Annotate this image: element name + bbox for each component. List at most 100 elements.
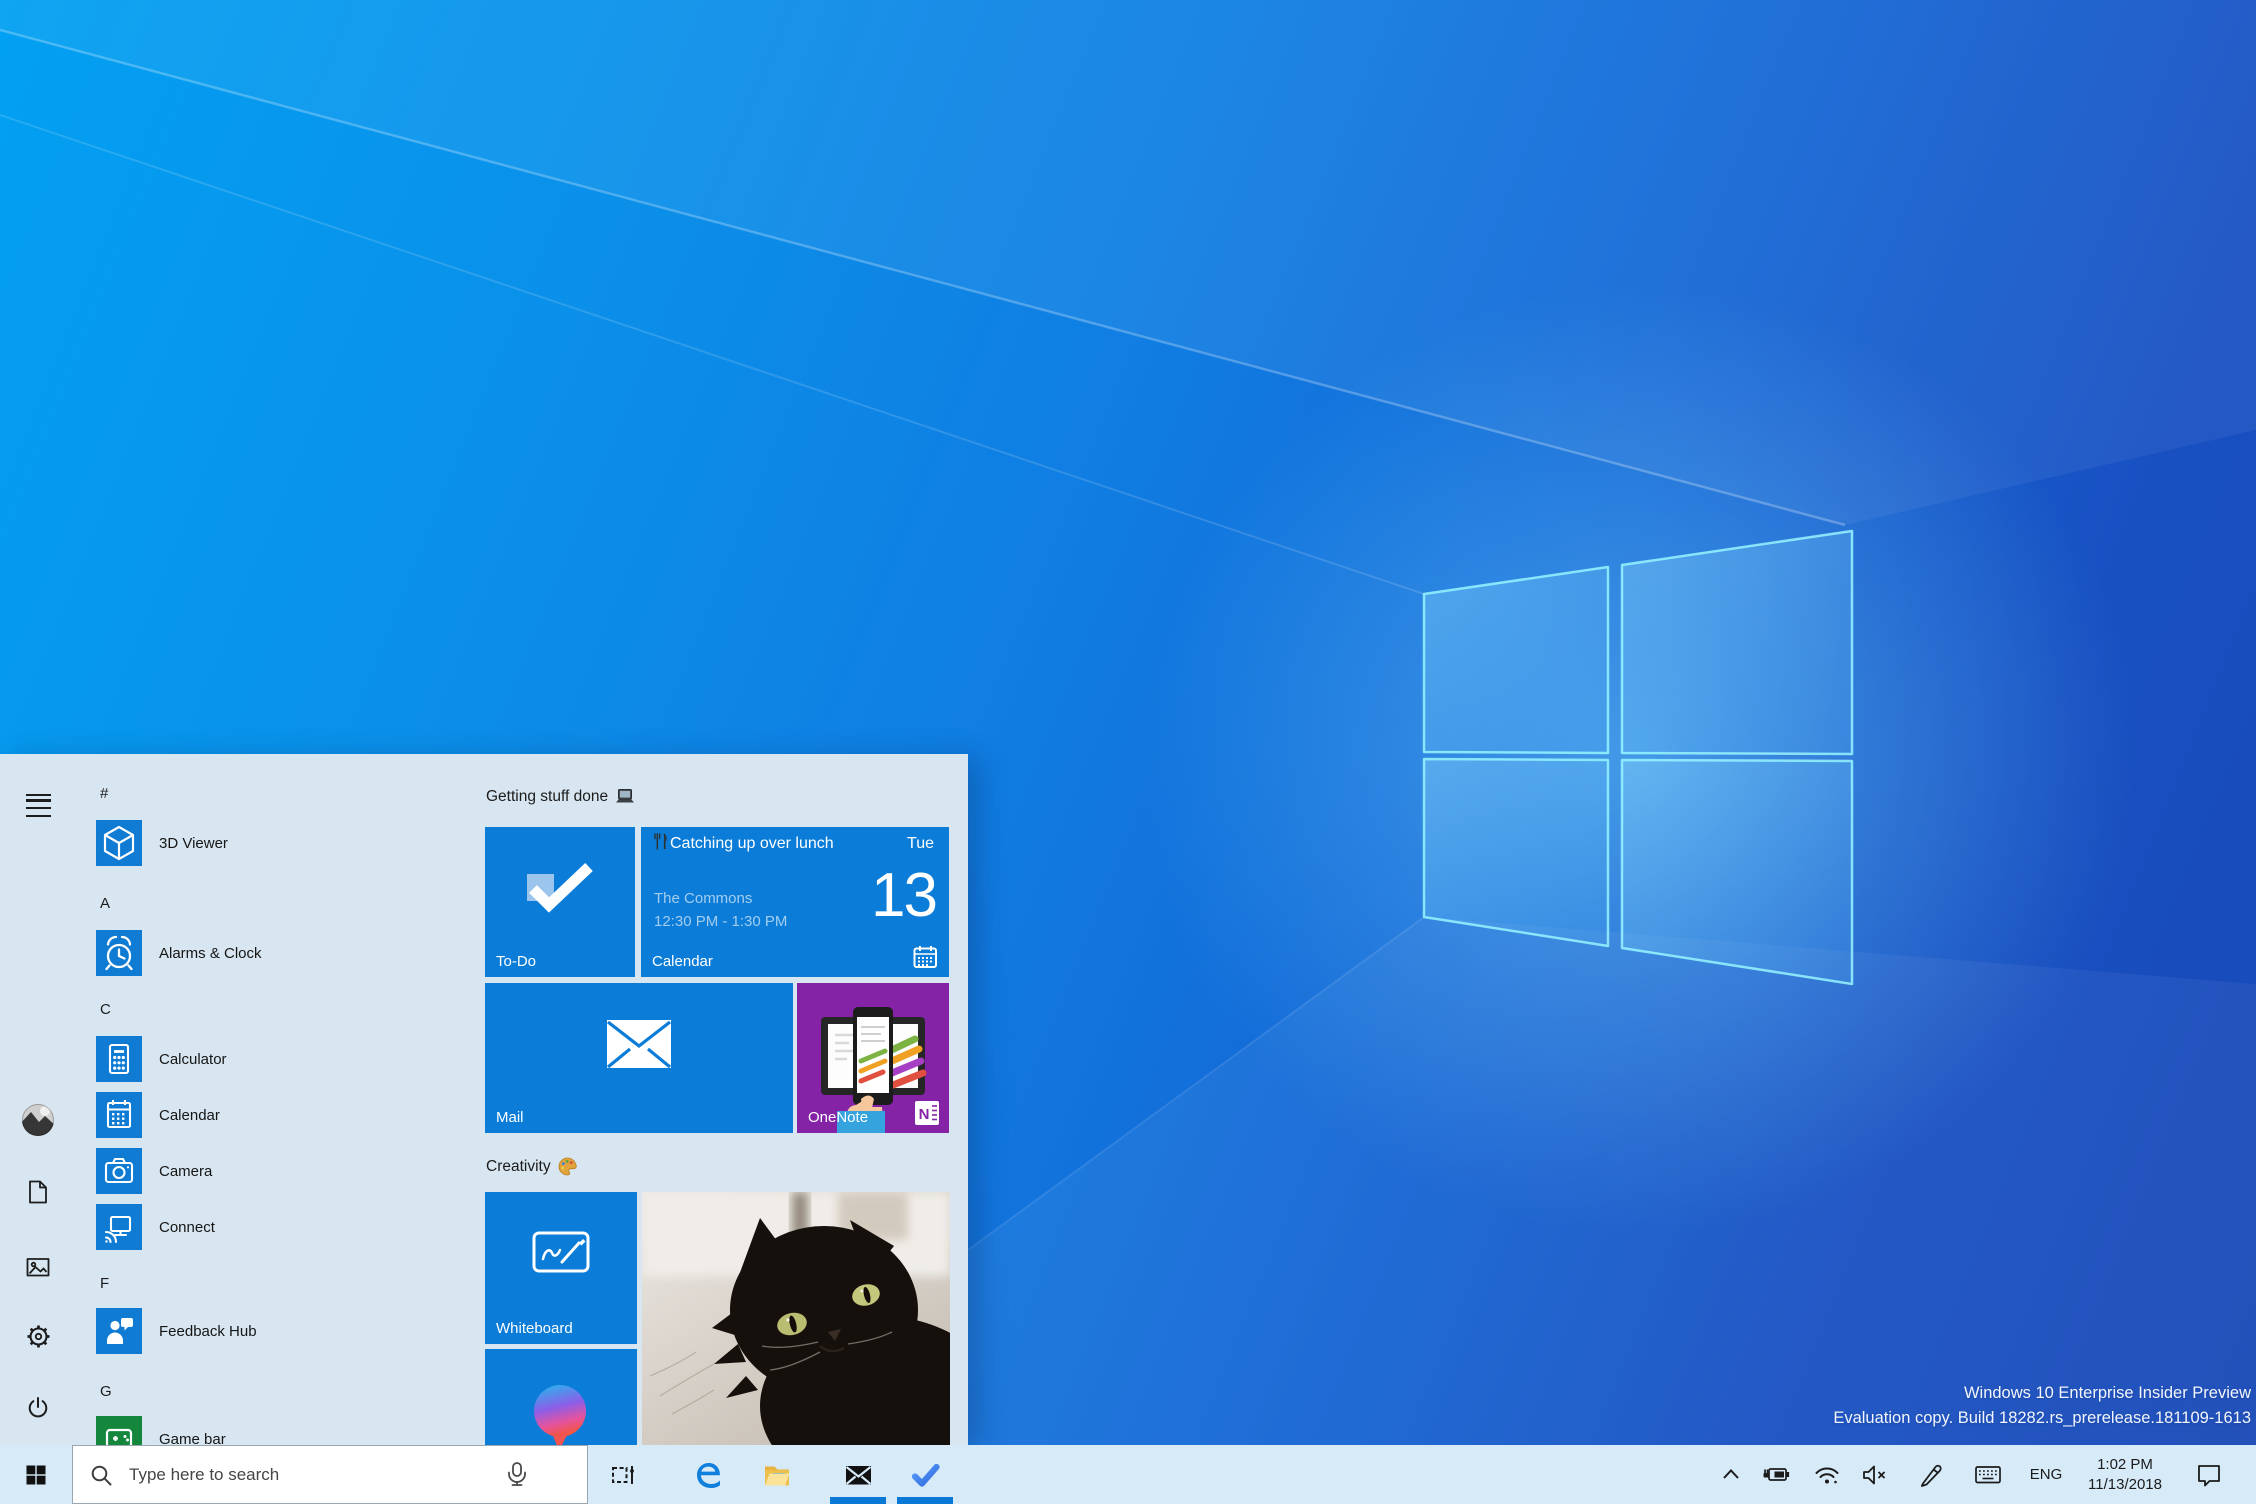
calendar-icon bbox=[106, 1100, 132, 1129]
action-center-button[interactable] bbox=[2194, 1445, 2224, 1504]
app-item-camera[interactable]: Camera bbox=[96, 1148, 212, 1194]
calendar-event-time: 12:30 PM - 1:30 PM bbox=[654, 913, 788, 930]
start-button[interactable] bbox=[0, 1445, 72, 1504]
file-explorer-icon bbox=[765, 1466, 790, 1485]
search-icon bbox=[91, 1465, 112, 1485]
tile-group-header-creativity[interactable]: Creativity bbox=[486, 1157, 577, 1176]
start-menu: # 3D Viewer A Alarms & Clock C Calculato… bbox=[0, 754, 968, 1462]
mail-envelope-icon bbox=[485, 983, 793, 1105]
svg-text:N: N bbox=[919, 1106, 930, 1123]
power-icon bbox=[28, 1397, 48, 1418]
evaluation-watermark: Windows 10 Enterprise Insider Preview Ev… bbox=[1833, 1381, 2251, 1431]
tile-whiteboard[interactable]: Whiteboard bbox=[485, 1192, 637, 1344]
app-item-3d-viewer[interactable]: 3D Viewer bbox=[96, 820, 228, 866]
tile-todo[interactable]: To-Do bbox=[485, 827, 635, 977]
clock-date: 11/13/2018 bbox=[2088, 1475, 2162, 1493]
calendar-glyph-icon bbox=[913, 946, 937, 968]
cat-photo bbox=[642, 1192, 950, 1445]
whiteboard-icon bbox=[485, 1192, 637, 1316]
action-center-icon bbox=[2198, 1464, 2220, 1486]
app-label: Connect bbox=[159, 1218, 215, 1236]
app-label: Calendar bbox=[159, 1106, 220, 1124]
taskbar: ENG 1:02 PM 11/13/2018 bbox=[0, 1445, 2256, 1504]
watermark-line1: Windows 10 Enterprise Insider Preview bbox=[1963, 1384, 2251, 1402]
task-view-icon bbox=[612, 1465, 634, 1484]
todo-check-icon bbox=[485, 827, 635, 949]
calendar-day-number: 13 bbox=[871, 861, 938, 930]
battery-button[interactable] bbox=[1762, 1445, 1790, 1504]
wifi-icon bbox=[1815, 1467, 1839, 1484]
desktop: Windows 10 Enterprise Insider Preview Ev… bbox=[0, 0, 2256, 1504]
windows-start-icon bbox=[26, 1465, 46, 1484]
edge-button[interactable] bbox=[686, 1445, 734, 1504]
tile-calendar[interactable]: Catching up over lunch The Commons 12:30… bbox=[641, 827, 949, 977]
taskbar-clock[interactable]: 1:02 PM 11/13/2018 bbox=[2058, 1445, 2192, 1504]
task-view-button[interactable] bbox=[599, 1445, 647, 1504]
app-section-header[interactable]: F bbox=[100, 1275, 109, 1292]
cortana-balloon-icon bbox=[534, 1385, 586, 1445]
battery-charging-icon bbox=[1763, 1468, 1790, 1481]
user-account-button[interactable] bbox=[13, 1095, 63, 1145]
app-label: 3D Viewer bbox=[159, 834, 228, 852]
fork-and-knife-icon bbox=[654, 833, 667, 850]
tile-label: Calendar bbox=[652, 953, 713, 970]
touch-keyboard-button[interactable] bbox=[1974, 1445, 2002, 1504]
expand-menu-button[interactable] bbox=[13, 770, 63, 820]
file-explorer-button[interactable] bbox=[753, 1445, 801, 1504]
mail-taskbar-button[interactable] bbox=[834, 1445, 882, 1504]
app-item-calculator[interactable]: Calculator bbox=[96, 1036, 227, 1082]
search-input[interactable] bbox=[127, 1463, 503, 1486]
calendar-event-title: Catching up over lunch bbox=[653, 833, 861, 854]
windows-logo-wallpaper bbox=[1422, 529, 1854, 986]
clock-time: 1:02 PM bbox=[2097, 1455, 2153, 1473]
tile-label: To-Do bbox=[496, 953, 537, 970]
chevron-up-icon bbox=[1723, 1468, 1739, 1479]
event-title-text: Catching up over lunch bbox=[670, 835, 834, 852]
palette-emoji-icon bbox=[558, 1157, 577, 1176]
wifi-button[interactable] bbox=[1813, 1445, 1841, 1504]
power-button[interactable] bbox=[13, 1383, 63, 1433]
running-indicator-mail bbox=[830, 1497, 886, 1504]
pen-icon bbox=[1920, 1464, 1942, 1487]
3d-viewer-icon bbox=[103, 825, 135, 861]
tile-photos-cat[interactable] bbox=[642, 1192, 950, 1445]
app-item-feedback-hub[interactable]: Feedback Hub bbox=[96, 1308, 257, 1354]
app-section-header[interactable]: A bbox=[100, 895, 110, 912]
taskbar-search[interactable] bbox=[72, 1445, 588, 1504]
documents-button[interactable] bbox=[13, 1167, 63, 1217]
app-label: Feedback Hub bbox=[159, 1322, 257, 1340]
app-section-header[interactable]: # bbox=[100, 785, 108, 802]
pictures-icon bbox=[26, 1258, 50, 1277]
tile-label: Mail bbox=[496, 1109, 524, 1126]
todo-taskbar-button[interactable] bbox=[901, 1445, 949, 1504]
tile-mail[interactable]: Mail bbox=[485, 983, 793, 1133]
todo-check-icon bbox=[911, 1463, 940, 1487]
app-item-connect[interactable]: Connect bbox=[96, 1204, 215, 1250]
laptop-emoji-icon bbox=[616, 789, 635, 803]
user-avatar-icon bbox=[22, 1104, 54, 1136]
settings-button[interactable] bbox=[13, 1311, 63, 1361]
app-section-header[interactable]: C bbox=[100, 1001, 111, 1018]
volume-button[interactable] bbox=[1860, 1445, 1888, 1504]
gear-icon bbox=[26, 1324, 50, 1348]
app-label: Camera bbox=[159, 1162, 213, 1180]
pictures-button[interactable] bbox=[13, 1242, 63, 1292]
app-section-header[interactable]: G bbox=[100, 1383, 112, 1400]
microphone-icon[interactable] bbox=[503, 1461, 531, 1488]
pen-button[interactable] bbox=[1917, 1445, 1945, 1504]
calendar-event-location: The Commons bbox=[654, 890, 753, 907]
feedback-hub-icon bbox=[107, 1318, 133, 1344]
calendar-day-abbrev: Tue bbox=[907, 835, 934, 852]
app-label: Calculator bbox=[159, 1050, 227, 1068]
tile-cortana[interactable] bbox=[485, 1349, 637, 1445]
tile-onenote[interactable]: OneNote N bbox=[797, 983, 949, 1133]
tray-overflow-button[interactable] bbox=[1717, 1445, 1745, 1504]
group-title: Creativity bbox=[486, 1157, 551, 1175]
alarm-clock-icon bbox=[105, 935, 133, 971]
touch-keyboard-icon bbox=[1975, 1466, 2001, 1484]
app-item-alarms-clock[interactable]: Alarms & Clock bbox=[96, 930, 262, 976]
documents-icon bbox=[29, 1180, 47, 1204]
app-item-calendar[interactable]: Calendar bbox=[96, 1092, 220, 1138]
calculator-icon bbox=[108, 1043, 130, 1075]
tile-group-header-getting-stuff-done[interactable]: Getting stuff done bbox=[486, 788, 635, 806]
